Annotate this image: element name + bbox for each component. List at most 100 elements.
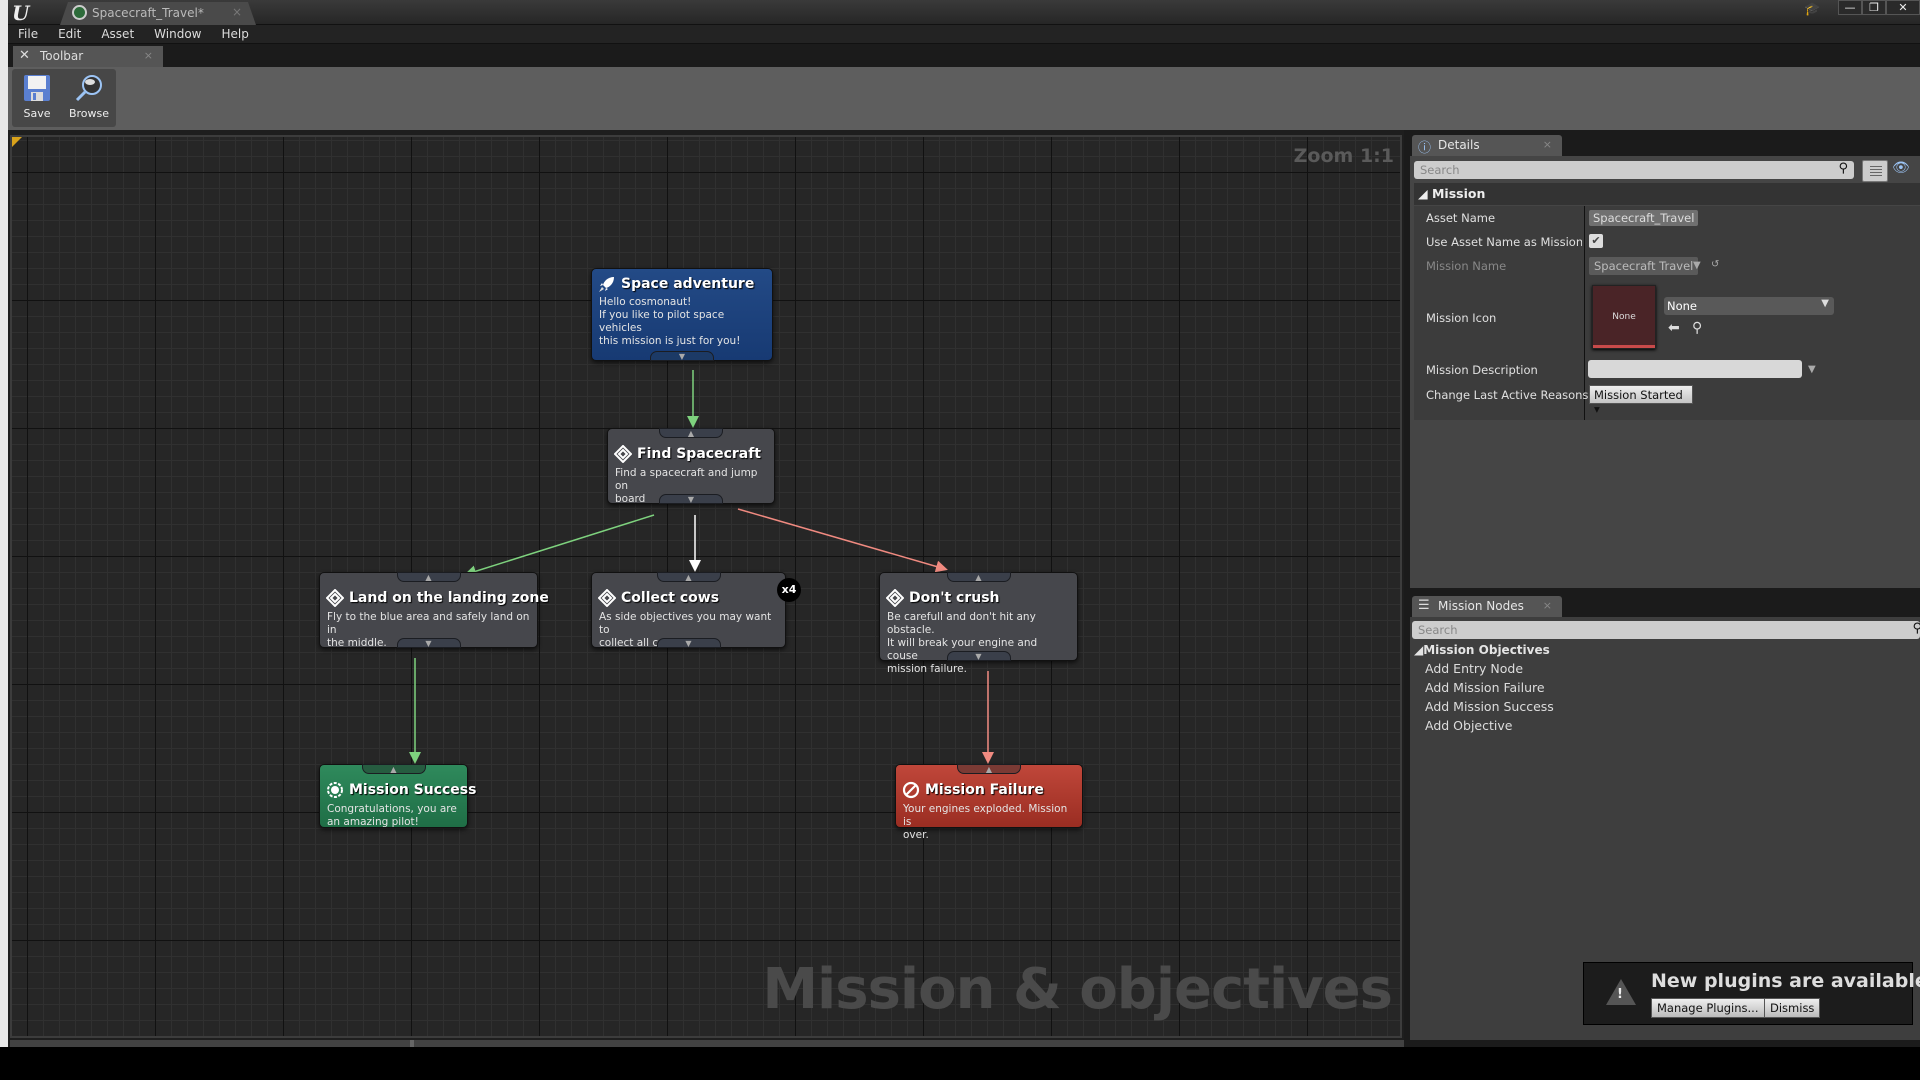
magnifier-icon xyxy=(75,75,102,102)
document-tab[interactable]: Spacecraft_Travel* × xyxy=(60,2,256,25)
node-description: Your engines exploded. Mission is over. xyxy=(903,803,1068,841)
details-search-input[interactable]: Search ⚲ xyxy=(1414,161,1854,179)
node-header: Space adventure xyxy=(598,275,754,293)
save-button[interactable]: Save xyxy=(14,71,60,125)
menu-help[interactable]: Help xyxy=(211,25,258,43)
category-mission[interactable]: ◢ Mission xyxy=(1414,183,1920,205)
menu-window[interactable]: Window xyxy=(144,25,211,43)
mission-description-label: Mission Description xyxy=(1426,363,1538,377)
wire-find-to-land[interactable] xyxy=(464,514,655,578)
tree-category-mission-objectives[interactable]: ◢Mission Objectives xyxy=(1414,643,1550,657)
list-item-add-mission-success[interactable]: Add Mission Success xyxy=(1425,699,1554,714)
mission-name-field[interactable]: Spacecraft Travel xyxy=(1589,257,1699,275)
change-reasons-dropdown[interactable]: Mission Started ▾ xyxy=(1589,385,1693,416)
node-space-adventure[interactable]: Space adventure Hello cosmonaut! If you … xyxy=(591,268,773,361)
award-icon xyxy=(327,782,343,798)
details-empty-area xyxy=(1410,420,1920,588)
search-icon: ⚲ xyxy=(1912,621,1920,636)
mission-nodes-tab-label: Mission Nodes xyxy=(1438,599,1524,613)
dismiss-button[interactable]: Dismiss xyxy=(1764,998,1821,1018)
browse-asset-search-icon[interactable]: ⚲ xyxy=(1692,320,1702,336)
eye-visibility-icon[interactable]: 👁 xyxy=(1892,160,1910,176)
menu-edit[interactable]: Edit xyxy=(48,25,91,43)
node-description: Hello cosmonaut! If you like to pilot sp… xyxy=(599,296,741,347)
browse-label: Browse xyxy=(68,107,110,120)
scrollbar-thumb[interactable] xyxy=(410,1040,414,1047)
node-land-on-landing-zone[interactable]: ▲ Land on the landing zone Fly to the bl… xyxy=(319,572,549,649)
node-title: Mission Failure xyxy=(925,782,1044,798)
wire-find-to-crush[interactable] xyxy=(737,508,948,573)
input-pin[interactable]: ▲ xyxy=(946,572,1011,582)
menu-bar: File Edit Asset Window Help xyxy=(8,25,1920,44)
notification-text: New plugins are available xyxy=(1651,970,1920,992)
change-reasons-label: Change Last Active Reasons xyxy=(1426,388,1589,402)
node-title: Land on the landing zone xyxy=(349,590,549,606)
mission-name-dropdown-icon[interactable]: ▼ xyxy=(1693,260,1701,271)
thumbnail-bar xyxy=(1593,345,1655,348)
minimize-button[interactable]: — xyxy=(1838,0,1862,15)
asset-name-label: Asset Name xyxy=(1426,211,1496,225)
node-mission-success[interactable]: ▲ Mission Success Congratulations, you a… xyxy=(319,764,476,828)
menu-asset[interactable]: Asset xyxy=(91,25,144,43)
use-selected-arrow-icon[interactable]: ⬅ xyxy=(1668,320,1680,336)
mission-asset-icon xyxy=(72,5,87,20)
output-pin[interactable]: ▼ xyxy=(656,638,721,648)
close-tab-icon[interactable]: × xyxy=(1543,138,1552,151)
description-dropdown-icon[interactable]: ▼ xyxy=(1808,364,1816,375)
mission-nodes-search-input[interactable]: Search ⚲ xyxy=(1412,621,1920,639)
mission-icon-asset-combo[interactable]: None ▼ xyxy=(1664,297,1834,315)
input-pin[interactable]: ▲ xyxy=(659,428,723,438)
details-tab[interactable]: ⓘ Details × xyxy=(1412,135,1562,156)
repeat-count-badge: x4 xyxy=(777,578,801,602)
mission-icon-label: Mission Icon xyxy=(1426,311,1497,325)
list-item-add-mission-failure[interactable]: Add Mission Failure xyxy=(1425,680,1545,695)
node-description: Congratulations, you are an amazing pilo… xyxy=(327,803,457,828)
close-window-button[interactable]: ✕ xyxy=(1886,0,1920,15)
node-title: Collect cows xyxy=(621,590,720,606)
close-tab-icon[interactable]: × xyxy=(232,5,242,19)
objective-diamond-icon xyxy=(614,445,632,463)
output-pin[interactable]: ▼ xyxy=(659,494,723,504)
output-pin[interactable]: ▼ xyxy=(650,351,714,361)
title-bar: U Spacecraft_Travel* × 🎓 — ❐ ✕ xyxy=(8,0,1920,25)
browse-button[interactable]: Browse xyxy=(66,71,112,125)
input-pin[interactable]: ▲ xyxy=(656,572,721,582)
output-pin[interactable]: ▼ xyxy=(946,651,1011,661)
mission-icon-thumbnail[interactable]: None xyxy=(1592,285,1656,349)
node-find-spacecraft[interactable]: ▲ Find Spacecraft Find a spacecraft and … xyxy=(607,428,775,505)
list-item-add-objective[interactable]: Add Objective xyxy=(1425,718,1512,733)
use-asset-name-checkbox[interactable]: ✔ xyxy=(1589,234,1603,248)
warning-exclamation: ! xyxy=(1617,987,1623,1002)
menu-file[interactable]: File xyxy=(8,25,48,43)
toolbar-tab-label: Toolbar xyxy=(40,49,84,63)
wrench-icon: ✕ xyxy=(19,48,30,63)
graph-canvas[interactable]: Zoom 1:1 Mission & objectives Space adve… xyxy=(10,135,1402,1038)
graduation-cap-icon[interactable]: 🎓 xyxy=(1804,2,1822,17)
editor-window: U Spacecraft_Travel* × 🎓 — ❐ ✕ File Edit… xyxy=(0,0,1920,1047)
node-title: Mission Success xyxy=(349,782,477,798)
node-collect-cows[interactable]: ▲ Collect cows As side objectives you ma… xyxy=(591,572,786,649)
close-tab-icon[interactable]: × xyxy=(144,49,153,62)
reset-to-default-icon[interactable]: ↺ xyxy=(1711,259,1719,270)
search-placeholder: Search xyxy=(1418,623,1458,637)
view-options-button[interactable] xyxy=(1862,160,1888,182)
toolbar-tab[interactable]: ✕ Toolbar × xyxy=(13,46,163,67)
input-pin[interactable]: ▲ xyxy=(361,764,426,774)
category-label: Mission xyxy=(1431,186,1486,201)
output-pin[interactable]: ▼ xyxy=(396,638,461,648)
unreal-logo-icon[interactable]: U xyxy=(12,1,40,25)
node-dont-crush[interactable]: ▲ Don't crush Be carefull and don't hit … xyxy=(879,572,1078,675)
mission-nodes-tab[interactable]: ☰ Mission Nodes × xyxy=(1412,596,1562,617)
mission-description-field[interactable] xyxy=(1588,360,1802,378)
input-pin[interactable]: ▲ xyxy=(957,764,1021,774)
restore-button[interactable]: ❐ xyxy=(1862,0,1886,15)
document-tab-label: Spacecraft_Travel* xyxy=(92,6,204,20)
save-label: Save xyxy=(23,107,51,120)
node-mission-failure[interactable]: ▲ Mission Failure Your engines exploded.… xyxy=(895,764,1083,841)
rocket-icon xyxy=(599,277,614,292)
list-item-add-entry-node[interactable]: Add Entry Node xyxy=(1425,661,1523,676)
close-tab-icon[interactable]: × xyxy=(1543,599,1552,612)
manage-plugins-button[interactable]: Manage Plugins... xyxy=(1651,998,1765,1018)
objective-diamond-icon xyxy=(326,589,344,607)
input-pin[interactable]: ▲ xyxy=(396,572,461,582)
